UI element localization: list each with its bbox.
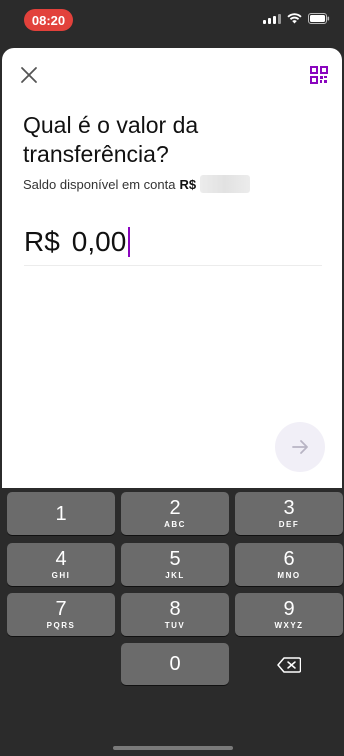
transfer-sheet: Qual é o valor da transferência? Saldo d… [2, 48, 342, 488]
key-digit: 1 [55, 502, 67, 525]
key-digit: 5 [169, 548, 181, 570]
amount-currency: R$ [24, 226, 60, 257]
key-digit: 3 [283, 497, 295, 519]
key-digit: 0 [169, 653, 181, 675]
key-7[interactable]: 7 PQRS [7, 593, 115, 636]
key-letters: PQRS [46, 621, 76, 630]
balance-line: Saldo disponível em conta R$ [23, 175, 251, 193]
key-5[interactable]: 5 JKL [121, 543, 229, 586]
amount-underline [24, 265, 322, 266]
home-indicator [113, 746, 233, 750]
key-digit: 4 [55, 548, 67, 570]
key-0[interactable]: 0 [121, 643, 229, 685]
signal-icon [263, 12, 281, 24]
key-3[interactable]: 3 DEF [235, 492, 343, 535]
key-letters: GHI [51, 571, 71, 580]
key-4[interactable]: 4 GHI [7, 543, 115, 586]
key-letters: DEF [278, 520, 300, 529]
key-digit: 6 [283, 548, 295, 570]
key-digit: 8 [169, 598, 181, 620]
backspace-icon [277, 656, 301, 673]
balance-hidden-value [200, 175, 251, 193]
close-icon[interactable] [19, 65, 39, 85]
key-letters: WXYZ [274, 621, 304, 630]
balance-label: Saldo disponível em conta [23, 176, 176, 192]
key-8[interactable]: 8 TUV [121, 593, 229, 636]
status-bar: 08:20 [0, 0, 344, 40]
page-title: Qual é o valor da transferência? [23, 112, 199, 167]
delete-key[interactable] [235, 643, 343, 686]
key-letters: ABC [164, 520, 186, 529]
key-digit: 2 [169, 497, 181, 519]
numeric-keyboard: 1 2 ABC 3 DEF 4 GHI 5 JKL 6 MNO 7 PQRS 8… [0, 488, 344, 756]
key-digit: 9 [283, 598, 295, 620]
key-6[interactable]: 6 MNO [235, 543, 343, 586]
text-cursor [128, 227, 131, 257]
key-9[interactable]: 9 WXYZ [235, 593, 343, 636]
wifi-icon [287, 12, 302, 24]
arrow-right-icon [292, 440, 308, 454]
status-icons [263, 12, 330, 24]
screen: 08:20 Qual é o valor da transferência? S… [0, 0, 344, 756]
battery-icon [308, 12, 330, 24]
amount-input[interactable]: R$ 0,00 [24, 226, 131, 258]
status-time: 08:20 [24, 9, 73, 31]
next-button[interactable] [275, 422, 325, 472]
key-letters: JKL [165, 571, 185, 580]
key-1[interactable]: 1 [7, 492, 115, 535]
key-2[interactable]: 2 ABC [121, 492, 229, 535]
qr-code-icon[interactable] [310, 66, 328, 84]
key-letters: MNO [277, 571, 301, 580]
key-digit: 7 [55, 598, 67, 620]
balance-currency: R$ [179, 176, 197, 192]
amount-value: 0,00 [71, 226, 127, 257]
key-letters: TUV [164, 621, 186, 630]
